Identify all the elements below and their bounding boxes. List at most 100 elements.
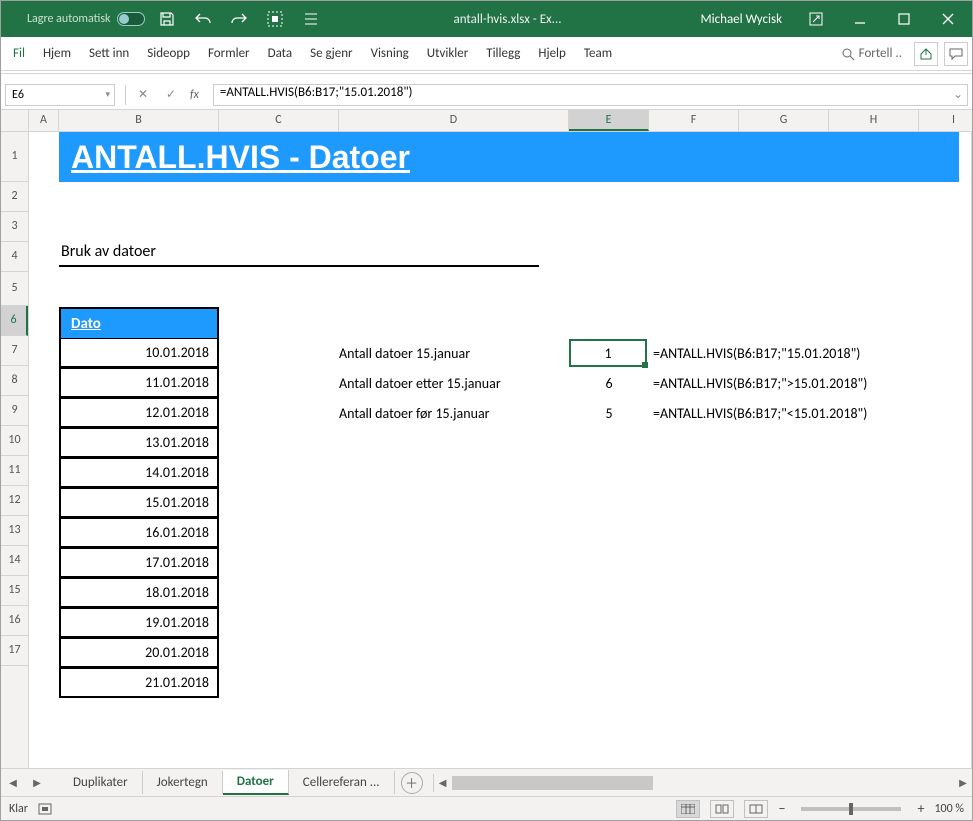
cell-b7[interactable]: 11.01.2018 <box>59 368 219 398</box>
accept-formula-button[interactable]: ✓ <box>158 84 184 106</box>
maximize-button[interactable] <box>884 5 924 33</box>
row-header-9[interactable]: 9 <box>1 396 28 426</box>
close-button[interactable] <box>928 5 968 33</box>
row-header-3[interactable]: 3 <box>1 212 28 242</box>
tab-nav-prev[interactable]: ◀ <box>3 773 23 793</box>
row-header-10[interactable]: 10 <box>1 426 28 456</box>
col-header-e[interactable]: E <box>569 110 649 131</box>
row-header-13[interactable]: 13 <box>1 516 28 546</box>
cell-f6[interactable]: =ANTALL.HVIS(B6:B17;"15.01.2018") <box>653 345 860 362</box>
row-header-6[interactable]: 6 <box>1 306 28 336</box>
cell-e6-selected[interactable]: 1 <box>569 339 647 367</box>
col-header-g[interactable]: G <box>739 110 829 131</box>
row-header-8[interactable]: 8 <box>1 366 28 396</box>
cell-b15[interactable]: 19.01.2018 <box>59 608 219 638</box>
cells-area[interactable]: ANTALL.HVIS - Datoer Bruk av datoer Dato… <box>29 132 971 768</box>
col-header-a[interactable]: A <box>29 110 59 131</box>
vertical-scrollbar[interactable]: ▲ ▼ <box>971 132 972 768</box>
row-header-16[interactable]: 16 <box>1 606 28 636</box>
col-header-f[interactable]: F <box>649 110 739 131</box>
undo-button[interactable] <box>189 5 217 33</box>
qa-object-button[interactable] <box>261 5 289 33</box>
cell-b12[interactable]: 16.01.2018 <box>59 518 219 548</box>
cell-b8[interactable]: 12.01.2018 <box>59 398 219 428</box>
col-header-b[interactable]: B <box>59 110 219 131</box>
autosave-toggle[interactable]: Lagre automatisk <box>27 12 145 26</box>
col-header-d[interactable]: D <box>339 110 569 131</box>
cancel-formula-button[interactable]: ✕ <box>130 84 156 106</box>
ribbon-tab-segjenr[interactable]: Se gjenr <box>302 42 360 65</box>
row-header-11[interactable]: 11 <box>1 456 28 486</box>
row-header-5[interactable]: 5 <box>1 272 28 306</box>
tab-nav-next[interactable]: ▶ <box>27 773 47 793</box>
ribbon-tab-hjelp[interactable]: Hjelp <box>530 42 574 65</box>
ribbon-tab-settinn[interactable]: Sett inn <box>81 42 137 65</box>
add-sheet-button[interactable]: ＋ <box>401 772 423 794</box>
cell-d8[interactable]: Antall datoer før 15.januar <box>339 405 490 422</box>
zoom-level[interactable]: 100 % <box>934 802 964 816</box>
col-header-c[interactable]: C <box>219 110 339 131</box>
user-name[interactable]: Michael Wycisk <box>691 12 792 27</box>
save-button[interactable] <box>153 5 181 33</box>
scroll-left-icon[interactable]: ◀ <box>434 776 452 789</box>
tell-me-search[interactable]: Fortell .. <box>835 46 908 61</box>
ribbon-tab-formler[interactable]: Formler <box>200 42 258 65</box>
ribbon-tab-utvikler[interactable]: Utvikler <box>419 42 476 65</box>
name-box[interactable]: E6 <box>5 84 115 106</box>
row-header-4[interactable]: 4 <box>1 242 28 272</box>
view-page-break-button[interactable] <box>744 800 768 818</box>
zoom-slider[interactable] <box>801 807 901 811</box>
cell-b13[interactable]: 17.01.2018 <box>59 548 219 578</box>
ribbon-tab-team[interactable]: Team <box>576 42 620 65</box>
zoom-out-button[interactable]: − <box>778 800 785 817</box>
row-header-12[interactable]: 12 <box>1 486 28 516</box>
zoom-in-button[interactable]: + <box>917 800 924 817</box>
cell-b10[interactable]: 14.01.2018 <box>59 458 219 488</box>
cell-f7[interactable]: =ANTALL.HVIS(B6:B17;">15.01.2018") <box>653 375 867 392</box>
col-header-i[interactable]: I <box>919 110 972 131</box>
col-header-h[interactable]: H <box>829 110 919 131</box>
formula-input[interactable]: =ANTALL.HVIS(B6:B17;"15.01.2018") <box>213 84 968 106</box>
view-normal-button[interactable] <box>676 800 700 818</box>
ribbon-tab-data[interactable]: Data <box>260 42 301 65</box>
row-header-1[interactable]: 1 <box>1 132 28 182</box>
select-all-corner[interactable] <box>1 110 29 132</box>
fx-icon[interactable]: fx <box>186 88 203 102</box>
sheet-tab-cellereferan[interactable]: Cellereferan ... <box>289 771 395 794</box>
redo-button[interactable] <box>225 5 253 33</box>
sheet-tab-jokertegn[interactable]: Jokertegn <box>143 771 223 794</box>
cell-e7[interactable]: 6 <box>569 375 649 392</box>
comments-button[interactable] <box>944 42 968 66</box>
row-header-14[interactable]: 14 <box>1 546 28 576</box>
scroll-right-icon[interactable]: ▶ <box>954 776 972 789</box>
row-header-15[interactable]: 15 <box>1 576 28 606</box>
cell-b14[interactable]: 18.01.2018 <box>59 578 219 608</box>
sheet-tab-duplikater[interactable]: Duplikater <box>59 771 143 794</box>
cell-f8[interactable]: =ANTALL.HVIS(B6:B17;"<15.01.2018") <box>653 405 867 422</box>
cell-b11[interactable]: 15.01.2018 <box>59 488 219 518</box>
share-button[interactable] <box>914 42 938 66</box>
ribbon-tab-hjem[interactable]: Hjem <box>35 42 79 65</box>
cell-e8[interactable]: 5 <box>569 405 649 422</box>
view-page-layout-button[interactable] <box>710 800 734 818</box>
macro-record-icon[interactable] <box>38 802 52 816</box>
cell-b16[interactable]: 20.01.2018 <box>59 638 219 668</box>
cell-b6[interactable]: 10.01.2018 <box>59 338 219 368</box>
horizontal-scrollbar[interactable]: ◀ ▶ <box>433 774 972 792</box>
ribbon-tab-fil[interactable]: Fil <box>5 42 33 65</box>
row-header-7[interactable]: 7 <box>1 336 28 366</box>
ribbon-display-button[interactable] <box>796 5 836 33</box>
sheet-subtitle[interactable]: Bruk av datoer <box>59 242 539 267</box>
cell-d7[interactable]: Antall datoer etter 15.januar <box>339 375 501 392</box>
ribbon-tab-visning[interactable]: Visning <box>363 42 417 65</box>
ribbon-tab-sideopp[interactable]: Sideopp <box>139 42 198 65</box>
row-header-17[interactable]: 17 <box>1 636 28 666</box>
sheet-title[interactable]: ANTALL.HVIS - Datoer <box>59 132 959 182</box>
sheet-tab-datoer[interactable]: Datoer <box>223 770 289 795</box>
cell-b9[interactable]: 13.01.2018 <box>59 428 219 458</box>
qa-touch-button[interactable] <box>297 5 325 33</box>
cell-b17[interactable]: 21.01.2018 <box>59 668 219 698</box>
cell-d6[interactable]: Antall datoer 15.januar <box>339 345 470 362</box>
table-header-dato[interactable]: Dato <box>59 307 219 339</box>
minimize-button[interactable] <box>840 5 880 33</box>
